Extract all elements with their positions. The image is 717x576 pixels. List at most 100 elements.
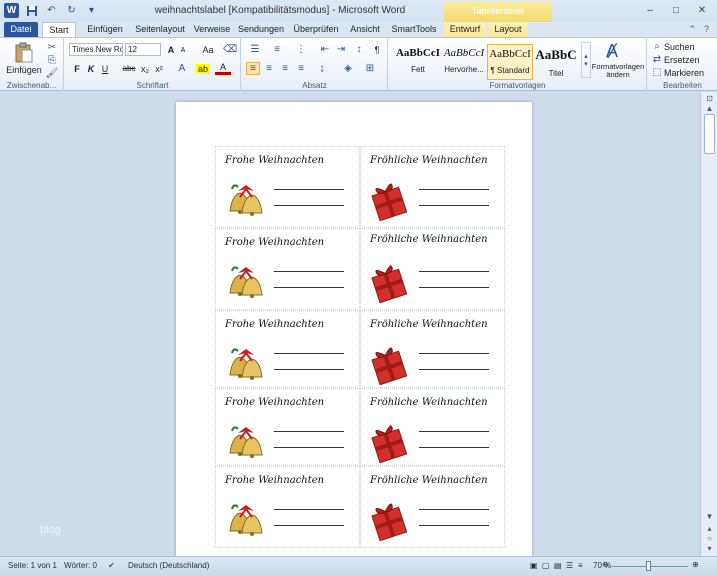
- tab-smarttools[interactable]: SmartTools: [388, 22, 440, 37]
- tab-start[interactable]: Start: [42, 22, 76, 37]
- outline-icon[interactable]: ☰: [566, 561, 573, 570]
- label-cell[interactable]: Frohe Weihnachten: [215, 466, 360, 548]
- save-icon[interactable]: [24, 3, 39, 18]
- label-cell[interactable]: Fröhliche Weihnachten: [360, 146, 505, 228]
- line-spacing-icon[interactable]: ↨: [314, 62, 330, 75]
- word-app-icon[interactable]: W: [4, 3, 19, 18]
- customize-qat-icon[interactable]: ▾: [84, 3, 99, 18]
- select-icon[interactable]: ⬚: [652, 67, 662, 78]
- tab-ansicht[interactable]: Ansicht: [344, 22, 386, 37]
- style-titel[interactable]: AaBbC Titel: [533, 44, 579, 80]
- zoom-out-button[interactable]: ⊖: [602, 560, 609, 569]
- document-area[interactable]: Frohe Weihnachten Fröhliche Weihnachten Fr…: [0, 92, 700, 556]
- tab-verweise[interactable]: Verweise: [190, 22, 234, 37]
- borders-icon[interactable]: ⊞: [362, 62, 378, 75]
- format-painter-icon[interactable]: 🖌: [46, 67, 59, 79]
- underline-button[interactable]: U: [99, 62, 111, 75]
- zoom-slider-thumb[interactable]: [646, 561, 651, 571]
- decrease-indent-icon[interactable]: ⇤: [318, 43, 332, 56]
- maximize-button[interactable]: □: [665, 3, 687, 17]
- strikethrough-button[interactable]: abc: [121, 62, 137, 75]
- superscript-button[interactable]: x²: [153, 62, 165, 75]
- tab-einfuegen[interactable]: Einfügen: [80, 22, 130, 37]
- label-cell[interactable]: Fröhliche Weihnachten: [360, 228, 505, 310]
- align-center-icon[interactable]: ≡: [262, 62, 276, 75]
- vertical-scrollbar[interactable]: ⊡ ▲ ▼ ▴ ○ ▾: [700, 92, 717, 556]
- change-styles-button[interactable]: Formatvorlagen ändern: [591, 62, 645, 80]
- tab-ueberpruefen[interactable]: Überprüfen: [290, 22, 342, 37]
- select-button[interactable]: Markieren: [664, 67, 710, 78]
- close-button[interactable]: ✕: [691, 3, 713, 17]
- replace-icon[interactable]: ⇄: [652, 54, 662, 65]
- style-standard[interactable]: AaBbCcI ¶ Standard: [487, 44, 533, 80]
- previous-page-button[interactable]: ▴: [704, 524, 715, 534]
- bullets-icon[interactable]: ☰: [246, 43, 264, 56]
- shrink-font-icon[interactable]: A: [178, 44, 188, 56]
- full-screen-icon[interactable]: ▢: [542, 561, 550, 570]
- bold-button[interactable]: F: [71, 62, 83, 75]
- subscript-button[interactable]: x₂: [139, 62, 151, 75]
- scrollbar-thumb[interactable]: [704, 114, 715, 154]
- text-effects-icon[interactable]: A: [175, 62, 189, 75]
- grow-font-icon[interactable]: A: [165, 43, 177, 56]
- browse-object-button[interactable]: ○: [704, 534, 715, 544]
- change-case-icon[interactable]: Aa: [200, 43, 216, 56]
- zoom-in-button[interactable]: ⊕: [692, 560, 699, 569]
- italic-button[interactable]: K: [85, 62, 97, 75]
- minimize-ribbon-icon[interactable]: ⌃: [688, 24, 696, 35]
- paste-button[interactable]: Einfügen: [4, 64, 44, 76]
- style-hervorhebung[interactable]: AaBbCcI Hervorhe...: [441, 44, 487, 80]
- label-cell[interactable]: Frohe Weihnachten: [215, 388, 360, 466]
- label-cell[interactable]: Fröhliche Weihnachten: [360, 388, 505, 466]
- scroll-down-button[interactable]: ▼: [704, 512, 715, 522]
- label-cell[interactable]: Frohe Weihnachten: [215, 310, 360, 388]
- justify-icon[interactable]: ≡: [294, 62, 308, 75]
- font-size-combo[interactable]: 12: [125, 43, 161, 56]
- clear-formatting-icon[interactable]: ⌫: [223, 43, 237, 56]
- word-count[interactable]: Wörter: 0: [64, 561, 97, 570]
- label-cell[interactable]: Fröhliche Weihnachten: [360, 466, 505, 548]
- print-layout-icon[interactable]: ▣: [530, 561, 538, 570]
- font-name-combo[interactable]: Times New Ro: [69, 43, 123, 56]
- tab-entwurf[interactable]: Entwurf: [444, 22, 486, 37]
- tab-layout[interactable]: Layout: [488, 22, 528, 37]
- replace-button[interactable]: Ersetzen: [664, 54, 708, 65]
- copy-icon[interactable]: ⎘: [46, 54, 58, 66]
- draft-icon[interactable]: ≡: [578, 561, 583, 570]
- next-page-button[interactable]: ▾: [704, 544, 715, 554]
- undo-icon[interactable]: ↶: [44, 3, 59, 18]
- tab-seitenlayout[interactable]: Seitenlayout: [130, 22, 190, 37]
- multilevel-list-icon[interactable]: ⋮: [292, 43, 310, 56]
- document-page[interactable]: Frohe Weihnachten Fröhliche Weihnachten Fr…: [176, 102, 532, 556]
- tab-sendungen[interactable]: Sendungen: [236, 22, 286, 37]
- show-formatting-button[interactable]: ¶: [370, 43, 384, 56]
- numbering-icon[interactable]: ≡: [268, 43, 286, 56]
- font-color-icon[interactable]: A: [215, 62, 231, 75]
- sort-icon[interactable]: ↕: [352, 43, 366, 56]
- web-layout-icon[interactable]: ▤: [554, 561, 562, 570]
- label-cell[interactable]: Frohe Weihnachten: [215, 228, 360, 310]
- tab-datei[interactable]: Datei: [4, 22, 38, 37]
- increase-indent-icon[interactable]: ⇥: [334, 43, 348, 56]
- paste-icon[interactable]: [10, 41, 38, 65]
- find-button[interactable]: Suchen: [664, 41, 704, 52]
- page-indicator[interactable]: Seite: 1 von 1: [8, 561, 57, 570]
- cut-icon[interactable]: ✂: [46, 41, 58, 53]
- ruler-toggle-icon[interactable]: ⊡: [704, 94, 715, 104]
- language-indicator[interactable]: Deutsch (Deutschland): [128, 561, 209, 570]
- highlight-icon[interactable]: ab: [195, 62, 211, 75]
- styles-scroll-icon[interactable]: ▴ ▾: [581, 42, 591, 78]
- find-icon[interactable]: ⌕: [652, 41, 662, 52]
- scroll-up-button[interactable]: ▲: [704, 104, 715, 114]
- change-styles-icon[interactable]: Ⱥ: [597, 41, 627, 61]
- minimize-button[interactable]: –: [639, 3, 661, 17]
- label-cell[interactable]: Frohe Weihnachten: [215, 146, 360, 228]
- style-fett[interactable]: AaBbCcI Fett: [395, 44, 441, 80]
- shading-icon[interactable]: ◈: [340, 62, 356, 75]
- label-cell[interactable]: Fröhliche Weihnachten: [360, 310, 505, 388]
- redo-icon[interactable]: ↻: [64, 3, 79, 18]
- align-right-icon[interactable]: ≡: [278, 62, 292, 75]
- align-left-icon[interactable]: ≡: [246, 62, 260, 75]
- help-icon[interactable]: ?: [704, 24, 709, 35]
- proofing-icon[interactable]: ✔: [108, 561, 115, 570]
